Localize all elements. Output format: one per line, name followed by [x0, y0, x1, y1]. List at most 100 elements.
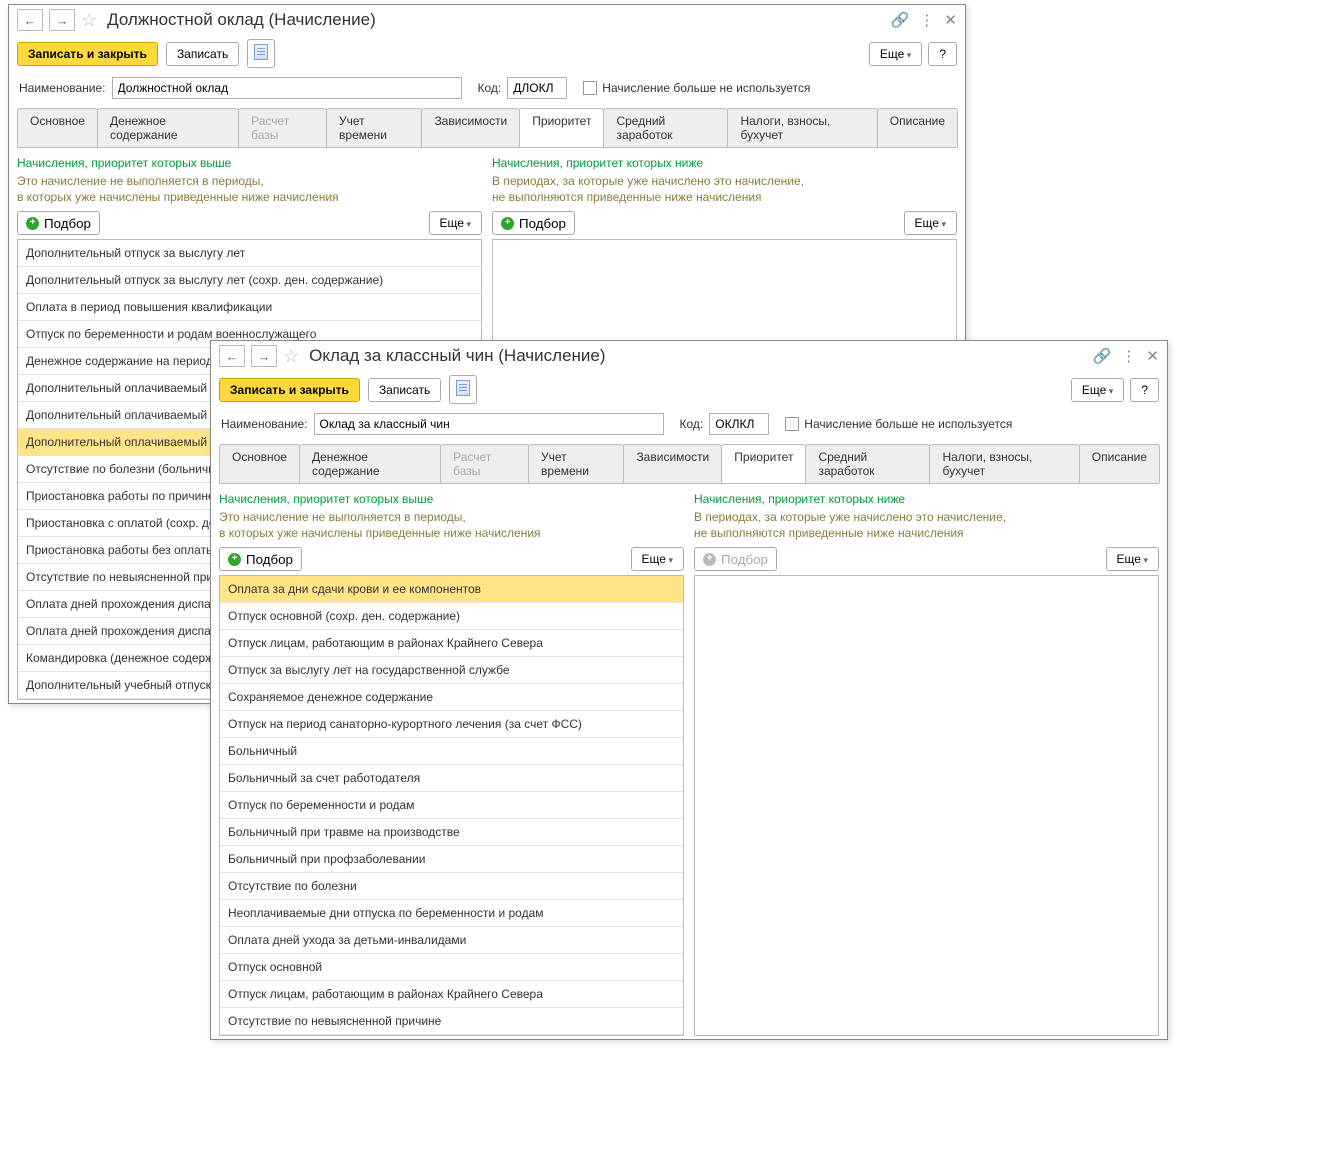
- tab-налоги-взносы-бухучет[interactable]: Налоги, взносы, бухучет: [727, 108, 877, 147]
- tab-приоритет[interactable]: Приоритет: [721, 444, 806, 483]
- more-button[interactable]: Еще: [869, 42, 922, 66]
- panel-desc-higher: Это начисление не выполняется в периоды,…: [17, 173, 482, 205]
- content-area: Начисления, приоритет которых выше Это н…: [211, 484, 1167, 1044]
- help-button[interactable]: ?: [1130, 378, 1159, 402]
- star-icon[interactable]: ☆: [283, 346, 299, 367]
- nav-back-button[interactable]: ←: [219, 345, 245, 367]
- priority-lower-panel: Начисления, приоритет которых ниже В пер…: [694, 492, 1159, 1036]
- document-icon: [254, 44, 268, 60]
- save-button[interactable]: Записать: [166, 42, 239, 66]
- form-row-name: Наименование: Код: Начисление больше не …: [9, 72, 965, 104]
- list-item[interactable]: Отсутствие по невыясненной причине: [220, 1008, 683, 1035]
- unused-checkbox[interactable]: [785, 417, 799, 431]
- list-item[interactable]: Отпуск лицам, работающим в районах Крайн…: [220, 981, 683, 1008]
- tab-приоритет[interactable]: Приоритет: [519, 108, 604, 147]
- plus-icon: +: [228, 553, 241, 566]
- tab-учет-времени[interactable]: Учет времени: [326, 108, 422, 147]
- tab-средний-заработок[interactable]: Средний заработок: [603, 108, 728, 147]
- podbor-button[interactable]: + Подбор: [219, 547, 302, 571]
- document-button[interactable]: [449, 375, 477, 404]
- list-item[interactable]: Оплата за дни сдачи крови и ее компонент…: [220, 576, 683, 603]
- unused-label: Начисление больше не используется: [804, 417, 1012, 431]
- list-item[interactable]: Неоплачиваемые дни отпуска по беременнос…: [220, 900, 683, 927]
- save-close-button[interactable]: Записать и закрыть: [17, 42, 158, 66]
- nav-forward-button[interactable]: →: [251, 345, 277, 367]
- toolbar: Записать и закрыть Записать Еще ?: [9, 35, 965, 72]
- panel-title-lower: Начисления, приоритет которых ниже: [492, 156, 957, 170]
- list-item[interactable]: Дополнительный отпуск за выслугу лет: [18, 240, 481, 267]
- list-lower-win2[interactable]: [694, 575, 1159, 1036]
- code-input[interactable]: [709, 413, 769, 435]
- panel-more-button[interactable]: Еще: [904, 211, 957, 235]
- list-item[interactable]: Отпуск основной (сохр. ден. содержание): [220, 603, 683, 630]
- panel-title-higher: Начисления, приоритет которых выше: [219, 492, 684, 506]
- list-higher-win2[interactable]: Оплата за дни сдачи крови и ее компонент…: [219, 575, 684, 1036]
- list-item[interactable]: Больничный при травме на производстве: [220, 819, 683, 846]
- list-item[interactable]: Оплата в период повышения квалификации: [18, 294, 481, 321]
- close-icon[interactable]: ✕: [944, 11, 957, 29]
- form-row-name: Наименование: Код: Начисление больше не …: [211, 408, 1167, 440]
- tab-основное[interactable]: Основное: [17, 108, 98, 147]
- document-icon: [456, 380, 470, 396]
- nav-back-button[interactable]: ←: [17, 9, 43, 31]
- name-input[interactable]: [314, 413, 664, 435]
- list-item[interactable]: Больничный при профзаболевании: [220, 846, 683, 873]
- more-icon[interactable]: ⋮: [1121, 347, 1136, 365]
- save-close-button[interactable]: Записать и закрыть: [219, 378, 360, 402]
- link-icon[interactable]: 🔗: [891, 11, 910, 29]
- list-item[interactable]: Дополнительный отпуск за выслугу лет (со…: [18, 267, 481, 294]
- list-item[interactable]: Отпуск основной: [220, 954, 683, 981]
- list-item[interactable]: Больничный: [220, 738, 683, 765]
- star-icon[interactable]: ☆: [81, 10, 97, 31]
- name-input[interactable]: [112, 77, 462, 99]
- panel-more-button[interactable]: Еще: [1106, 547, 1159, 571]
- panel-desc-higher: Это начисление не выполняется в периоды,…: [219, 509, 684, 541]
- tab-денежное-содержание[interactable]: Денежное содержание: [299, 444, 441, 483]
- tab-расчет-базы[interactable]: Расчет базы: [440, 444, 529, 483]
- plus-icon: +: [501, 217, 514, 230]
- close-icon[interactable]: ✕: [1146, 347, 1159, 365]
- list-item[interactable]: Больничный за счет работодателя: [220, 765, 683, 792]
- code-input[interactable]: [507, 77, 567, 99]
- titlebar: ← → ☆ Оклад за классный чин (Начисление)…: [211, 341, 1167, 371]
- panel-title-higher: Начисления, приоритет которых выше: [17, 156, 482, 170]
- panel-more-button[interactable]: Еще: [631, 547, 684, 571]
- document-button[interactable]: [247, 39, 275, 68]
- panel-more-button[interactable]: Еще: [429, 211, 482, 235]
- list-item[interactable]: Прогул: [220, 1035, 683, 1036]
- help-button[interactable]: ?: [928, 42, 957, 66]
- tab-описание[interactable]: Описание: [877, 108, 958, 147]
- unused-label: Начисление больше не используется: [602, 81, 810, 95]
- tabs-win1: ОсновноеДенежное содержаниеРасчет базыУч…: [17, 108, 957, 148]
- window-title: Должностной оклад (Начисление): [107, 10, 376, 30]
- tab-зависимости[interactable]: Зависимости: [421, 108, 520, 147]
- list-item[interactable]: Отпуск на период санаторно-курортного ле…: [220, 711, 683, 738]
- toolbar: Записать и закрыть Записать Еще ?: [211, 371, 1167, 408]
- tab-денежное-содержание[interactable]: Денежное содержание: [97, 108, 239, 147]
- plus-icon: +: [703, 553, 716, 566]
- list-item[interactable]: Отпуск по беременности и родам: [220, 792, 683, 819]
- more-button[interactable]: Еще: [1071, 378, 1124, 402]
- list-item[interactable]: Оплата дней ухода за детьми-инвалидами: [220, 927, 683, 954]
- tab-налоги-взносы-бухучет[interactable]: Налоги, взносы, бухучет: [929, 444, 1079, 483]
- nav-forward-button[interactable]: →: [49, 9, 75, 31]
- tab-основное[interactable]: Основное: [219, 444, 300, 483]
- list-item[interactable]: Сохраняемое денежное содержание: [220, 684, 683, 711]
- link-icon[interactable]: 🔗: [1093, 347, 1112, 365]
- save-button[interactable]: Записать: [368, 378, 441, 402]
- podbor-button[interactable]: + Подбор: [694, 547, 777, 571]
- list-item[interactable]: Отпуск лицам, работающим в районах Крайн…: [220, 630, 683, 657]
- tab-расчет-базы[interactable]: Расчет базы: [238, 108, 327, 147]
- list-item[interactable]: Отсутствие по болезни: [220, 873, 683, 900]
- tab-средний-заработок[interactable]: Средний заработок: [805, 444, 930, 483]
- name-label: Наименование:: [19, 81, 106, 95]
- more-icon[interactable]: ⋮: [919, 11, 934, 29]
- panel-desc-lower: В периодах, за которые уже начислено это…: [492, 173, 957, 205]
- tab-учет-времени[interactable]: Учет времени: [528, 444, 624, 483]
- podbor-button[interactable]: + Подбор: [492, 211, 575, 235]
- tab-описание[interactable]: Описание: [1079, 444, 1160, 483]
- list-item[interactable]: Отпуск за выслугу лет на государственной…: [220, 657, 683, 684]
- unused-checkbox[interactable]: [583, 81, 597, 95]
- podbor-button[interactable]: + Подбор: [17, 211, 100, 235]
- tab-зависимости[interactable]: Зависимости: [623, 444, 722, 483]
